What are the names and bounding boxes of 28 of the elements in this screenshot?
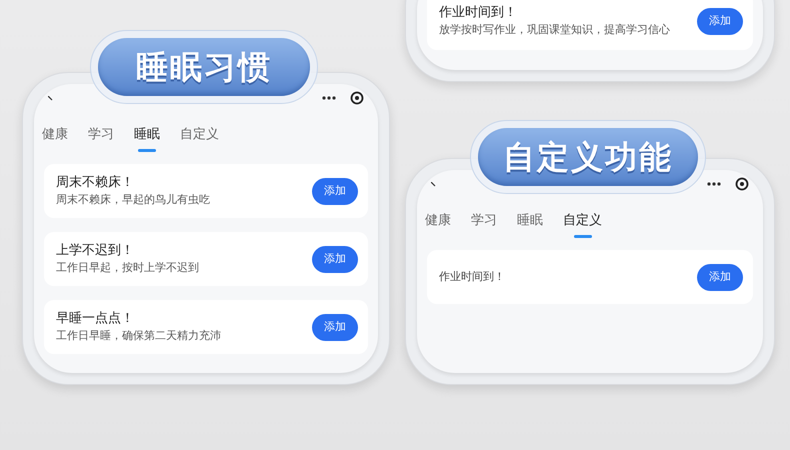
tab[interactable]: 睡眠	[517, 212, 543, 238]
card-subtitle: 周末不赖床，早起的鸟儿有虫吃	[56, 193, 210, 207]
tab[interactable]: 自定义	[563, 212, 602, 238]
badge-title: 睡眠习惯	[136, 47, 272, 88]
badge-title: 自定义功能	[503, 137, 673, 178]
card-subtitle: 工作日早起，按时上学不迟到	[56, 261, 199, 275]
tab[interactable]: 健康	[425, 212, 451, 238]
target-icon[interactable]	[350, 91, 364, 105]
more-icon	[707, 182, 721, 186]
card-title: 早睡一点点！	[56, 311, 135, 327]
card-title: 上学不迟到！	[56, 243, 135, 259]
target-icon[interactable]	[735, 177, 749, 191]
add-button[interactable]: 添加	[697, 8, 743, 34]
more-icon	[322, 96, 336, 100]
tab[interactable]: 学习	[471, 212, 497, 238]
card-title: 作业时间到！	[439, 5, 518, 21]
card-title: 周末不赖床！	[56, 175, 135, 191]
card-subtitle: 工作日早睡，确保第二天精力充沛	[56, 329, 221, 343]
add-button[interactable]: 添加	[312, 246, 358, 272]
card-title: 作业时间到！	[439, 270, 505, 284]
tab[interactable]: 自定义	[180, 126, 219, 152]
tab[interactable]: 学习	[88, 126, 114, 152]
tab[interactable]: 睡眠	[134, 126, 160, 152]
card-subtitle: 放学按时写作业，巩固课堂知识，提高学习信心	[439, 23, 670, 37]
add-button[interactable]: 添加	[312, 178, 358, 204]
add-button[interactable]: 添加	[697, 264, 743, 290]
add-button[interactable]: 添加	[312, 314, 358, 340]
tab[interactable]: 健康	[42, 126, 68, 152]
